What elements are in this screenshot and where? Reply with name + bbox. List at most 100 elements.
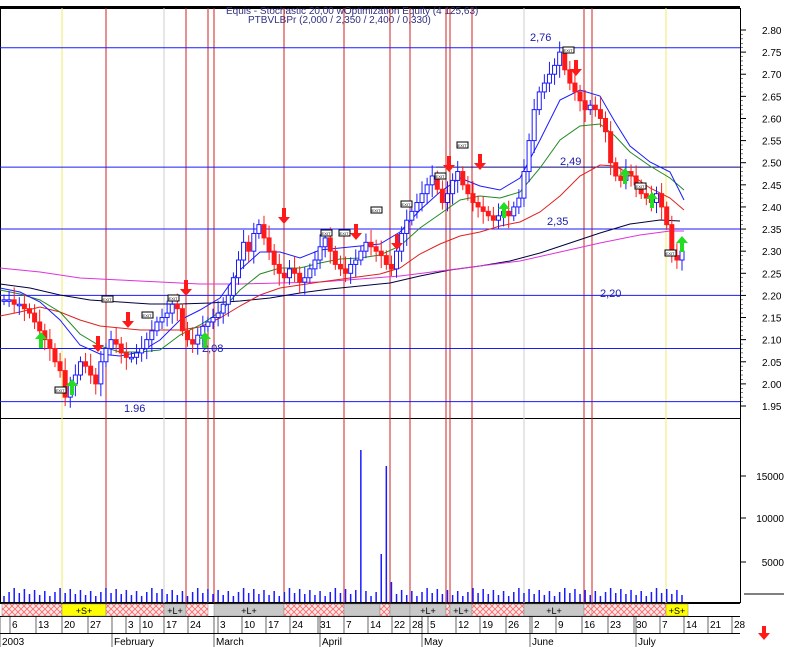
time-day-label: 2 [534, 620, 540, 631]
candle-up [6, 299, 12, 302]
signal-band-segment [389, 603, 411, 617]
candle-up [363, 241, 369, 252]
candle-up [557, 51, 563, 66]
price-axis: 2.80 2.75 2.70 2.65 2.60 2.55 2.50 2.45 2.40 2.35… [740, 26, 782, 413]
candle-up [414, 202, 420, 212]
candle-up [164, 312, 170, 319]
candle-up [358, 250, 364, 261]
signal-band-label: +L+ [546, 606, 562, 616]
time-month-label: July [638, 637, 656, 647]
signal-band-label: +S+ [76, 606, 93, 616]
candle-up [317, 246, 323, 261]
price-tick-label: 2.65 [762, 92, 782, 103]
candle-up [98, 361, 104, 385]
candle-down [460, 171, 466, 186]
price-tick-label: 2.30 [762, 247, 782, 258]
signal-band-segment [283, 603, 345, 617]
candle-down [11, 299, 17, 305]
candle-down [292, 268, 298, 274]
level-label: 2,20 [600, 288, 621, 300]
candle-down [266, 237, 272, 252]
candle-down [582, 100, 588, 111]
price-tick-label: 2.00 [762, 380, 782, 391]
candle-up [16, 303, 22, 307]
candle-up [77, 361, 83, 376]
candle-up [552, 64, 558, 75]
signal-band-label: +L+ [420, 606, 436, 616]
candle-down [597, 109, 603, 119]
candle-down [26, 308, 32, 314]
exit-marker-label: EXIT [340, 231, 349, 236]
candle-down [118, 343, 124, 354]
candle-up [159, 317, 165, 323]
candle-down [613, 162, 619, 177]
candle-down [297, 272, 303, 283]
time-day-label: 7 [346, 620, 352, 631]
time-day-label: 16 [584, 620, 596, 631]
candle-up [450, 179, 456, 195]
candle-up [307, 268, 313, 279]
candle-up [225, 294, 231, 305]
time-day-label: 24 [292, 620, 304, 631]
price-tick-label: 2.80 [762, 26, 782, 37]
time-day-label: 27 [90, 620, 102, 631]
exit-marker-label: EXIT [103, 297, 112, 302]
signal-band-segment [105, 603, 165, 617]
price-tick-label: 2.45 [762, 181, 782, 192]
candle-up [312, 259, 318, 270]
time-month-label: February [114, 637, 154, 647]
chart-header-line2: PTBVLBPr (2,000 / 2,350 / 2,400 / 0,330) [248, 15, 431, 26]
volume-tick-label: 15000 [756, 472, 784, 483]
candle-down [485, 210, 491, 217]
trading-chart[interactable]: Equis - Stochastic 20,00 wOptimization E… [0, 0, 789, 647]
candle-up [103, 347, 109, 363]
candle-down [378, 250, 384, 257]
candle-down [52, 347, 58, 363]
candle-up [546, 73, 552, 84]
candle-down [88, 365, 94, 376]
candle-up [587, 104, 593, 111]
signal-band-label: +S+ [669, 606, 686, 616]
candle-down [577, 91, 583, 102]
time-axis: 20036 13 20 27February3 10 17 24March3 10 17 24 31… [0, 616, 746, 647]
candle-down [113, 339, 119, 345]
candle-up [302, 277, 308, 283]
candle-up [526, 140, 532, 173]
candle-down [276, 263, 282, 274]
price-tick-label: 2.40 [762, 203, 782, 214]
time-day-label: 31 [320, 620, 332, 631]
candle-up [139, 347, 145, 354]
time-day-label: 13 [38, 620, 50, 631]
candle-up [210, 317, 216, 323]
time-day-label: 17 [166, 620, 178, 631]
time-day-label: 3 [220, 620, 226, 631]
candle-up [134, 352, 140, 358]
time-day-label: 22 [394, 620, 406, 631]
exit-marker-label: EXIT [458, 143, 467, 148]
candle-down [368, 241, 374, 248]
chart-frame [0, 8, 741, 603]
candle-down [37, 321, 43, 332]
candle-down [567, 69, 573, 84]
candle-down [246, 241, 252, 252]
time-day-label: 30 [636, 620, 648, 631]
exit-marker-label: EXIT [143, 313, 152, 318]
price-tick-label: 2.10 [762, 336, 782, 347]
price-tick-label: 2.70 [762, 70, 782, 81]
time-day-label: 28 [734, 620, 746, 631]
candle-up [511, 206, 517, 217]
price-tick-label: 1.95 [762, 402, 782, 413]
candle-up [521, 171, 527, 199]
price-tick-label: 2.50 [762, 159, 782, 170]
time-day-label: 5 [430, 620, 436, 631]
candle-down [592, 104, 598, 111]
candle-down [608, 131, 614, 164]
signal-band-segment [185, 603, 209, 617]
level-label: 1.96 [124, 403, 145, 415]
time-day-label: 9 [558, 620, 564, 631]
time-day-label: 17 [268, 620, 280, 631]
time-day-label: 7 [662, 620, 668, 631]
candle-up [251, 232, 257, 252]
candle-up [322, 237, 328, 248]
signal-band-label: +L+ [453, 606, 469, 616]
